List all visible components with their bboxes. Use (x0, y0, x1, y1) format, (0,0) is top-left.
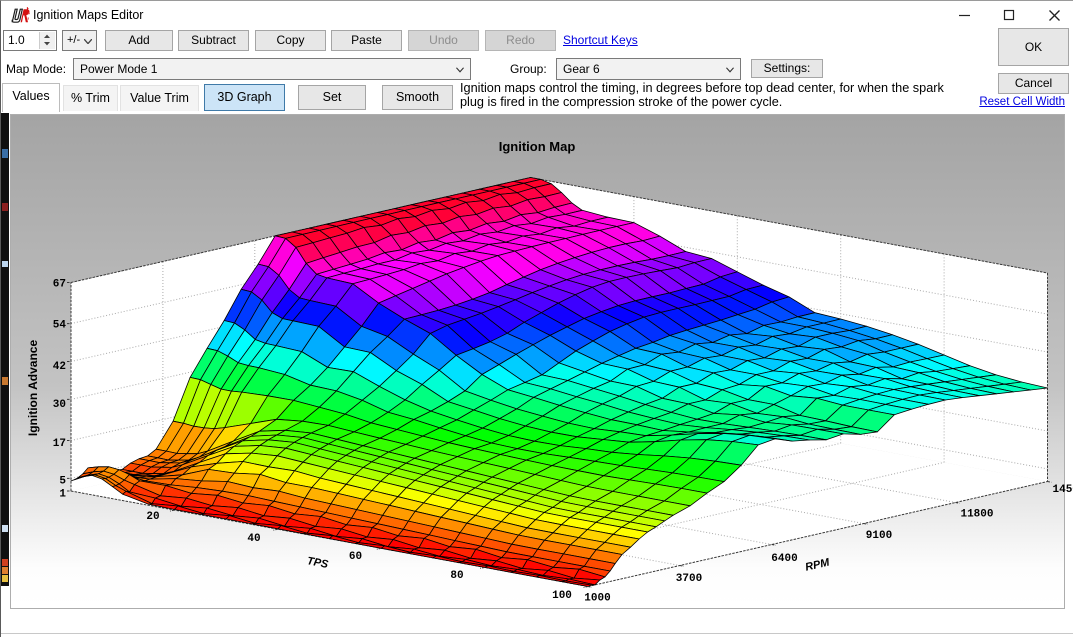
svg-text:60: 60 (349, 551, 362, 563)
svg-text:17: 17 (53, 438, 66, 450)
svg-text:54: 54 (53, 320, 67, 332)
svg-text:1000: 1000 (584, 593, 610, 605)
svg-text:3700: 3700 (676, 573, 702, 585)
svg-text:40: 40 (247, 533, 260, 545)
svg-text:20: 20 (146, 511, 159, 523)
svg-text:RPM: RPM (804, 556, 831, 573)
svg-text:Ignition Advance: Ignition Advance (26, 340, 40, 437)
svg-text:80: 80 (450, 570, 463, 582)
svg-text:11800: 11800 (960, 509, 993, 521)
svg-text:Ignition Map: Ignition Map (499, 139, 576, 154)
svg-text:9100: 9100 (866, 530, 892, 542)
svg-text:6400: 6400 (771, 553, 797, 565)
svg-text:14500: 14500 (1053, 484, 1073, 496)
svg-text:67: 67 (53, 279, 66, 291)
svg-text:30: 30 (53, 399, 66, 411)
svg-text:5: 5 (59, 476, 66, 488)
svg-text:1: 1 (59, 489, 66, 501)
svg-text:100: 100 (552, 590, 572, 602)
svg-text:42: 42 (53, 361, 66, 373)
svg-text:TPS: TPS (306, 555, 330, 571)
